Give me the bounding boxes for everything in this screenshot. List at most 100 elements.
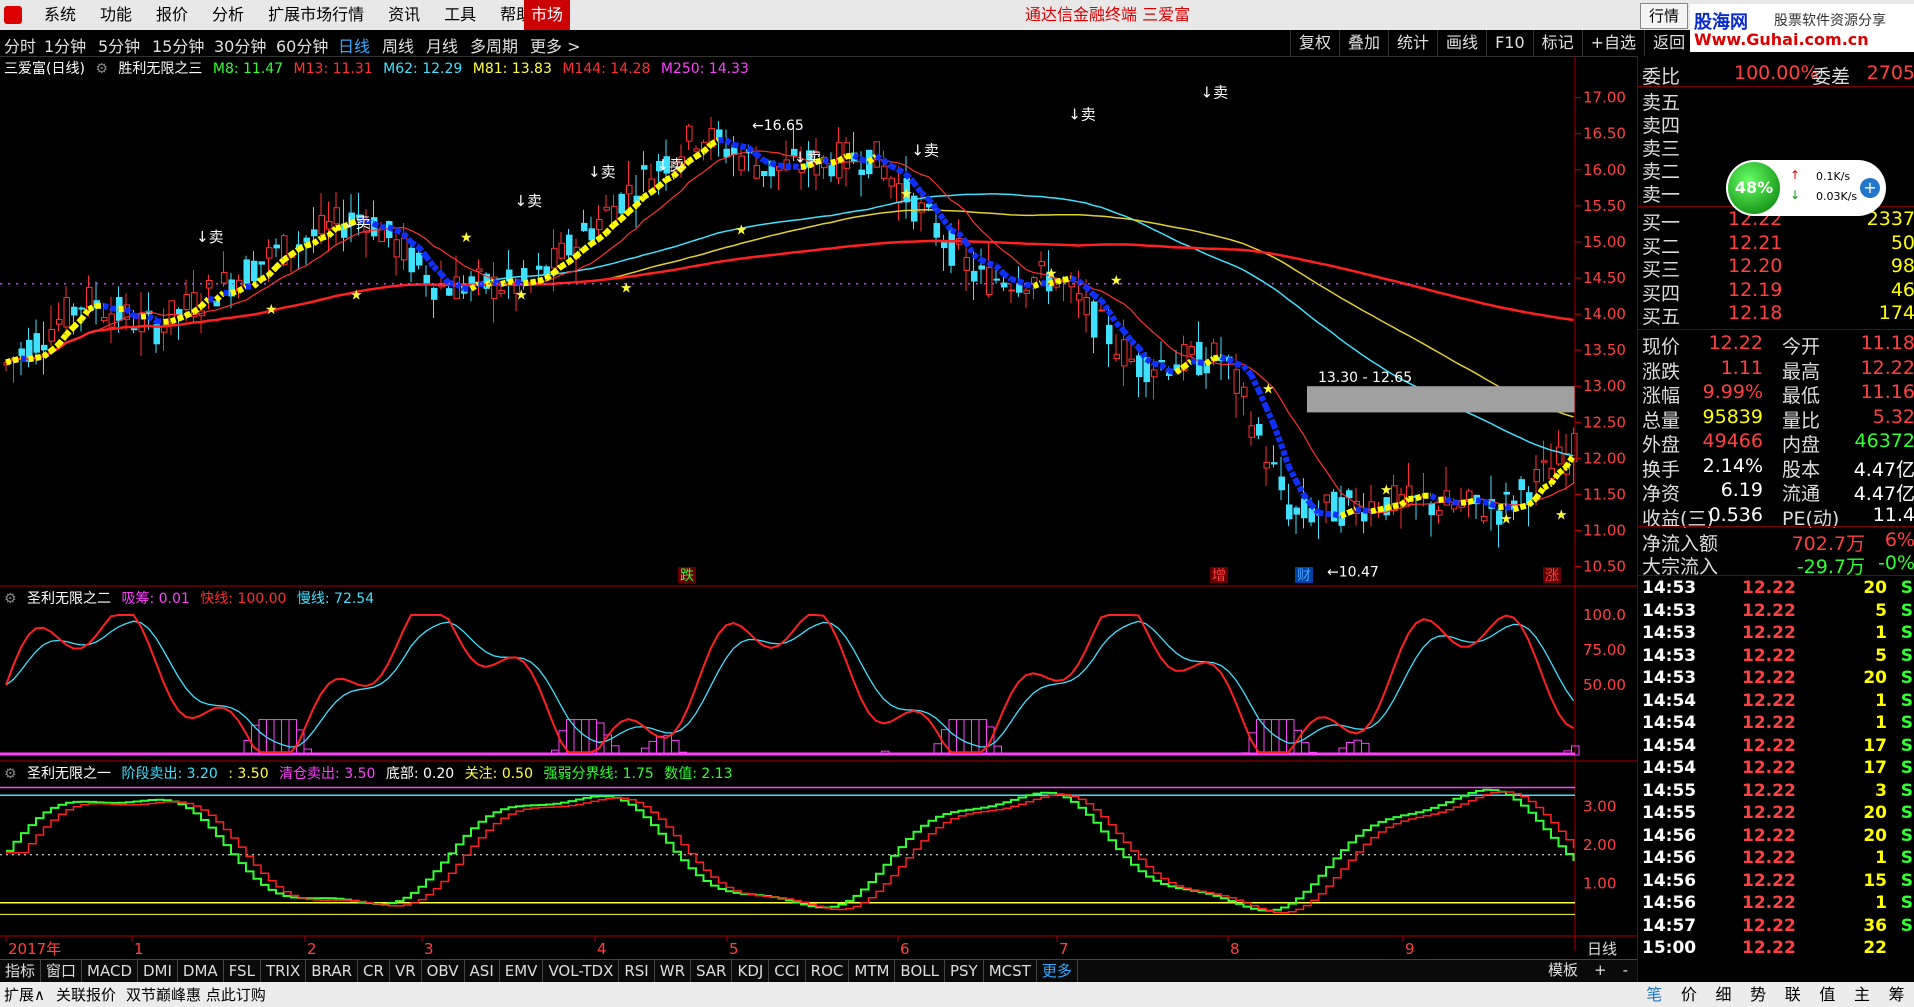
network-widget[interactable]: 48% ↑ 0.1K/s ↓ 0.03K/s + — [1726, 160, 1886, 216]
plus-icon[interactable]: + — [1860, 178, 1880, 198]
candle-body[interactable] — [326, 221, 333, 230]
add-window-button[interactable]: + — [1586, 959, 1615, 981]
indicator-tab-asi[interactable]: ASI — [465, 960, 500, 982]
candle-body[interactable] — [318, 214, 325, 235]
candle-body[interactable] — [1556, 446, 1563, 465]
detail-tab[interactable]: 筹 — [1879, 982, 1914, 1007]
candle-body[interactable] — [266, 247, 273, 259]
candle-body[interactable] — [63, 297, 70, 328]
detail-tab[interactable]: 主 — [1845, 982, 1880, 1007]
panel2-name[interactable]: 圣利无限之二 — [27, 591, 111, 607]
candle-body[interactable] — [978, 265, 985, 270]
period-monthly[interactable]: 月线 — [426, 33, 458, 57]
candle-body[interactable] — [303, 237, 310, 243]
indicator-tab-mtm[interactable]: MTM — [849, 960, 896, 982]
draw-button[interactable]: 画线 — [1437, 30, 1486, 56]
candle-body[interactable] — [1278, 476, 1285, 491]
stats-button[interactable]: 统计 — [1388, 30, 1437, 56]
menu-analysis[interactable]: 分析 — [200, 0, 256, 30]
candle-body[interactable] — [1121, 339, 1128, 367]
remove-window-button[interactable]: - — [1615, 959, 1636, 981]
indicator-tab-fsl[interactable]: FSL — [224, 960, 261, 982]
candle-body[interactable] — [536, 265, 543, 270]
candle-body[interactable] — [603, 206, 610, 211]
candle-body[interactable] — [101, 317, 108, 322]
indicator-tab-rsi[interactable]: RSI — [619, 960, 655, 982]
candle-body[interactable] — [971, 270, 978, 282]
candle-body[interactable] — [1338, 497, 1345, 526]
add-watchlist-button[interactable]: +自选 — [1581, 30, 1644, 56]
tick-row[interactable]: 14:55 12.22 20 S — [1638, 803, 1914, 826]
candle-body[interactable] — [1001, 282, 1008, 288]
period-more[interactable]: 更多 > — [530, 33, 581, 57]
indicator-name[interactable]: 胜利无限之三 — [118, 61, 202, 77]
candle-body[interactable] — [48, 328, 55, 342]
candle-body[interactable] — [1271, 462, 1278, 465]
candle-body[interactable] — [1503, 491, 1510, 495]
related-quote-button[interactable]: 关联报价 — [56, 984, 116, 1005]
candle-body[interactable] — [1008, 289, 1015, 292]
fuquan-button[interactable]: 复权 — [1290, 30, 1339, 56]
gear-icon[interactable]: ⚙ — [95, 61, 108, 77]
tick-row[interactable]: 14:56 12.22 15 S — [1638, 871, 1914, 894]
candle-body[interactable] — [918, 202, 925, 213]
buy-row[interactable]: 买五 12.18 174 — [1638, 302, 1914, 328]
brand-banner[interactable]: 股海网 股票软件资源分享 Www.Guhai.com.cn — [1690, 4, 1914, 52]
buy-row[interactable]: 买三 12.20 98 — [1638, 255, 1914, 281]
promo-link[interactable]: 双节巅峰惠 点此订购 — [126, 984, 266, 1005]
candle-body[interactable] — [378, 229, 385, 243]
indicator-tab-指标[interactable]: 指标 — [0, 960, 42, 982]
candle-body[interactable] — [78, 307, 85, 310]
menu-function[interactable]: 功能 — [88, 0, 144, 30]
period-30min[interactable]: 30分钟 — [214, 33, 266, 57]
candle-body[interactable] — [1481, 515, 1488, 522]
period-daily[interactable]: 日线 — [338, 33, 370, 57]
candle-body[interactable] — [258, 261, 265, 265]
indicator-tab-更多[interactable]: 更多 — [1037, 960, 1078, 982]
tick-row[interactable]: 14:53 12.22 20 S — [1638, 668, 1914, 691]
event-tag[interactable]: 涨 — [1545, 568, 1559, 584]
candle-body[interactable] — [933, 223, 940, 238]
candle-body[interactable] — [1361, 512, 1368, 522]
menu-info[interactable]: 资讯 — [376, 0, 432, 30]
candle-body[interactable] — [1188, 346, 1195, 355]
tick-row[interactable]: 14:56 12.22 20 S — [1638, 826, 1914, 849]
candle-body[interactable] — [41, 344, 48, 351]
indicator-tab-窗口[interactable]: 窗口 — [41, 960, 83, 982]
candle-body[interactable] — [1076, 293, 1083, 301]
candle-body[interactable] — [243, 259, 250, 285]
market-button[interactable]: 市场 — [524, 0, 570, 30]
indicator-tab-emv[interactable]: EMV — [500, 960, 544, 982]
tick-row[interactable]: 14:54 12.22 17 S — [1638, 758, 1914, 781]
kline-chart[interactable]: ↓卖 ↓卖 ↓卖 ↓卖 ↓卖 ↓卖 ↓卖 ↓卖 ↓卖 ★ ★ ★ ★ ★ ★ ★ ★ ★ ★ ★ ★ ★ ←16.65 ←10… — [0, 56, 1637, 959]
tick-row[interactable]: 14:53 12.22 5 S — [1638, 646, 1914, 669]
candle-body[interactable] — [693, 148, 700, 152]
candle-body[interactable] — [588, 228, 595, 241]
tick-row[interactable]: 14:55 12.22 3 S — [1638, 781, 1914, 804]
candle-body[interactable] — [581, 222, 588, 232]
candle-body[interactable] — [416, 252, 423, 266]
f10-button[interactable]: F10 — [1486, 30, 1533, 56]
candle-body[interactable] — [963, 257, 970, 271]
indicator-tab-trix[interactable]: TRIX — [261, 960, 307, 982]
period-multi[interactable]: 多周期 — [470, 33, 518, 57]
candle-body[interactable] — [858, 169, 865, 175]
candle-body[interactable] — [1128, 358, 1135, 362]
candle-body[interactable] — [626, 184, 633, 195]
candle-body[interactable] — [723, 148, 730, 158]
indicator-tab-brar[interactable]: BRAR — [306, 960, 359, 982]
period-timeshare[interactable]: 分时 — [4, 33, 36, 57]
candle-body[interactable] — [408, 247, 415, 273]
candle-body[interactable] — [251, 260, 258, 282]
detail-tab[interactable]: 价 — [1672, 982, 1707, 1007]
period-60min[interactable]: 60分钟 — [276, 33, 328, 57]
period-1min[interactable]: 1分钟 — [44, 33, 86, 57]
indicator-tab-vr[interactable]: VR — [390, 960, 422, 982]
indicator-tab-vol-tdx[interactable]: VOL-TDX — [543, 960, 620, 982]
candle-body[interactable] — [311, 229, 318, 237]
indicator-tab-macd[interactable]: MACD — [82, 960, 138, 982]
menu-tools[interactable]: 工具 — [432, 0, 488, 30]
candle-body[interactable] — [558, 242, 565, 259]
candle-body[interactable] — [1541, 460, 1548, 463]
panel3-name[interactable]: 圣利无限之一 — [27, 766, 111, 782]
